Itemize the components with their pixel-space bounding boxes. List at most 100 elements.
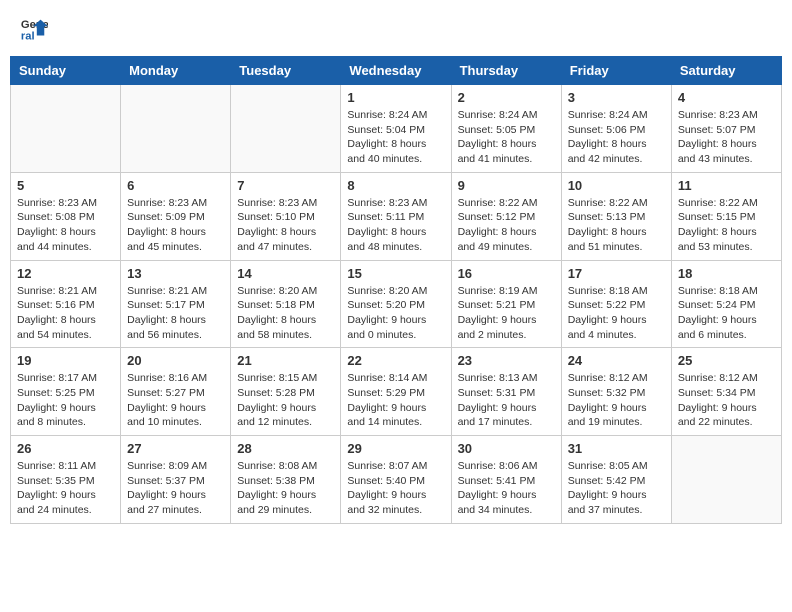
day-info: Sunrise: 8:23 AM Sunset: 5:08 PM Dayligh… xyxy=(17,196,114,255)
day-info: Sunrise: 8:05 AM Sunset: 5:42 PM Dayligh… xyxy=(568,459,665,518)
calendar-cell: 17 Sunrise: 8:18 AM Sunset: 5:22 PM Dayli… xyxy=(561,260,671,348)
day-number: 7 xyxy=(237,178,334,193)
day-number: 12 xyxy=(17,266,114,281)
calendar-cell: 7 Sunrise: 8:23 AM Sunset: 5:10 PM Daylig… xyxy=(231,172,341,260)
day-number: 11 xyxy=(678,178,775,193)
day-info: Sunrise: 8:13 AM Sunset: 5:31 PM Dayligh… xyxy=(458,371,555,430)
calendar-week-4: 19Sunrise: 8:17 AM Sunset: 5:25 PM Dayli… xyxy=(11,348,782,436)
day-info: Sunrise: 8:24 AM Sunset: 5:06 PM Dayligh… xyxy=(568,108,665,167)
header-monday: Monday xyxy=(121,57,231,85)
day-number: 10 xyxy=(568,178,665,193)
calendar-cell: 30 Sunrise: 8:06 AM Sunset: 5:41 PM Dayli… xyxy=(451,436,561,524)
calendar-cell: 11Sunrise: 8:22 AM Sunset: 5:15 PM Dayli… xyxy=(671,172,781,260)
calendar-cell: 6Sunrise: 8:23 AM Sunset: 5:09 PM Daylig… xyxy=(121,172,231,260)
calendar-cell: 25 Sunrise: 8:12 AM Sunset: 5:34 PM Dayli… xyxy=(671,348,781,436)
day-info: Sunrise: 8:23 AM Sunset: 5:07 PM Dayligh… xyxy=(678,108,775,167)
calendar-cell: 18 Sunrise: 8:18 AM Sunset: 5:24 PM Dayli… xyxy=(671,260,781,348)
day-number: 19 xyxy=(17,353,114,368)
day-info: Sunrise: 8:22 AM Sunset: 5:12 PM Dayligh… xyxy=(458,196,555,255)
day-number: 8 xyxy=(347,178,444,193)
day-number: 9 xyxy=(458,178,555,193)
day-number: 27 xyxy=(127,441,224,456)
calendar-cell: 21 Sunrise: 8:15 AM Sunset: 5:28 PM Dayli… xyxy=(231,348,341,436)
day-number: 29 xyxy=(347,441,444,456)
calendar-cell xyxy=(121,85,231,173)
calendar-cell: 20 Sunrise: 8:16 AM Sunset: 5:27 PM Dayli… xyxy=(121,348,231,436)
header-wednesday: Wednesday xyxy=(341,57,451,85)
day-number: 30 xyxy=(458,441,555,456)
calendar-cell: 3 Sunrise: 8:24 AM Sunset: 5:06 PM Daylig… xyxy=(561,85,671,173)
day-number: 28 xyxy=(237,441,334,456)
day-info: Sunrise: 8:16 AM Sunset: 5:27 PM Dayligh… xyxy=(127,371,224,430)
day-number: 14 xyxy=(237,266,334,281)
calendar-cell: 23 Sunrise: 8:13 AM Sunset: 5:31 PM Dayli… xyxy=(451,348,561,436)
calendar-cell xyxy=(671,436,781,524)
calendar-cell: 29 Sunrise: 8:07 AM Sunset: 5:40 PM Dayli… xyxy=(341,436,451,524)
day-info: Sunrise: 8:23 AM Sunset: 5:10 PM Dayligh… xyxy=(237,196,334,255)
day-info: Sunrise: 8:08 AM Sunset: 5:38 PM Dayligh… xyxy=(237,459,334,518)
day-info: Sunrise: 8:15 AM Sunset: 5:28 PM Dayligh… xyxy=(237,371,334,430)
calendar-week-2: 5 Sunrise: 8:23 AM Sunset: 5:08 PM Daylig… xyxy=(11,172,782,260)
day-number: 20 xyxy=(127,353,224,368)
header-thursday: Thursday xyxy=(451,57,561,85)
calendar-cell: 28 Sunrise: 8:08 AM Sunset: 5:38 PM Dayli… xyxy=(231,436,341,524)
day-number: 23 xyxy=(458,353,555,368)
day-info: Sunrise: 8:19 AM Sunset: 5:21 PM Dayligh… xyxy=(458,284,555,343)
svg-text:ral: ral xyxy=(21,30,35,42)
calendar-cell: 16Sunrise: 8:19 AM Sunset: 5:21 PM Dayli… xyxy=(451,260,561,348)
calendar-cell: 8 Sunrise: 8:23 AM Sunset: 5:11 PM Daylig… xyxy=(341,172,451,260)
day-info: Sunrise: 8:18 AM Sunset: 5:22 PM Dayligh… xyxy=(568,284,665,343)
calendar-cell: 19Sunrise: 8:17 AM Sunset: 5:25 PM Dayli… xyxy=(11,348,121,436)
calendar-week-5: 26Sunrise: 8:11 AM Sunset: 5:35 PM Dayli… xyxy=(11,436,782,524)
calendar: SundayMondayTuesdayWednesdayThursdayFrid… xyxy=(10,56,782,524)
day-number: 13 xyxy=(127,266,224,281)
calendar-week-3: 12 Sunrise: 8:21 AM Sunset: 5:16 PM Dayli… xyxy=(11,260,782,348)
day-number: 2 xyxy=(458,90,555,105)
day-info: Sunrise: 8:24 AM Sunset: 5:05 PM Dayligh… xyxy=(458,108,555,167)
day-number: 3 xyxy=(568,90,665,105)
day-number: 17 xyxy=(568,266,665,281)
header-tuesday: Tuesday xyxy=(231,57,341,85)
calendar-cell: 9 Sunrise: 8:22 AM Sunset: 5:12 PM Daylig… xyxy=(451,172,561,260)
calendar-cell: 2 Sunrise: 8:24 AM Sunset: 5:05 PM Daylig… xyxy=(451,85,561,173)
calendar-header-row: SundayMondayTuesdayWednesdayThursdayFrid… xyxy=(11,57,782,85)
day-number: 25 xyxy=(678,353,775,368)
calendar-cell: 10 Sunrise: 8:22 AM Sunset: 5:13 PM Dayli… xyxy=(561,172,671,260)
calendar-cell: 26Sunrise: 8:11 AM Sunset: 5:35 PM Dayli… xyxy=(11,436,121,524)
day-info: Sunrise: 8:09 AM Sunset: 5:37 PM Dayligh… xyxy=(127,459,224,518)
day-number: 4 xyxy=(678,90,775,105)
day-info: Sunrise: 8:20 AM Sunset: 5:18 PM Dayligh… xyxy=(237,284,334,343)
day-info: Sunrise: 8:23 AM Sunset: 5:11 PM Dayligh… xyxy=(347,196,444,255)
day-info: Sunrise: 8:22 AM Sunset: 5:13 PM Dayligh… xyxy=(568,196,665,255)
day-number: 1 xyxy=(347,90,444,105)
day-number: 21 xyxy=(237,353,334,368)
day-info: Sunrise: 8:18 AM Sunset: 5:24 PM Dayligh… xyxy=(678,284,775,343)
day-number: 18 xyxy=(678,266,775,281)
calendar-cell: 13 Sunrise: 8:21 AM Sunset: 5:17 PM Dayli… xyxy=(121,260,231,348)
day-number: 15 xyxy=(347,266,444,281)
day-info: Sunrise: 8:20 AM Sunset: 5:20 PM Dayligh… xyxy=(347,284,444,343)
calendar-cell: 22 Sunrise: 8:14 AM Sunset: 5:29 PM Dayli… xyxy=(341,348,451,436)
day-info: Sunrise: 8:12 AM Sunset: 5:32 PM Dayligh… xyxy=(568,371,665,430)
calendar-cell xyxy=(11,85,121,173)
day-info: Sunrise: 8:06 AM Sunset: 5:41 PM Dayligh… xyxy=(458,459,555,518)
logo-icon: Gene ral xyxy=(20,15,48,43)
calendar-cell: 5 Sunrise: 8:23 AM Sunset: 5:08 PM Daylig… xyxy=(11,172,121,260)
header-sunday: Sunday xyxy=(11,57,121,85)
day-info: Sunrise: 8:21 AM Sunset: 5:17 PM Dayligh… xyxy=(127,284,224,343)
day-number: 22 xyxy=(347,353,444,368)
calendar-cell: 24Sunrise: 8:12 AM Sunset: 5:32 PM Dayli… xyxy=(561,348,671,436)
day-info: Sunrise: 8:14 AM Sunset: 5:29 PM Dayligh… xyxy=(347,371,444,430)
day-info: Sunrise: 8:21 AM Sunset: 5:16 PM Dayligh… xyxy=(17,284,114,343)
header-saturday: Saturday xyxy=(671,57,781,85)
calendar-cell: 12 Sunrise: 8:21 AM Sunset: 5:16 PM Dayli… xyxy=(11,260,121,348)
day-info: Sunrise: 8:12 AM Sunset: 5:34 PM Dayligh… xyxy=(678,371,775,430)
day-number: 31 xyxy=(568,441,665,456)
calendar-cell xyxy=(231,85,341,173)
calendar-cell: 27 Sunrise: 8:09 AM Sunset: 5:37 PM Dayli… xyxy=(121,436,231,524)
calendar-cell: 31 Sunrise: 8:05 AM Sunset: 5:42 PM Dayli… xyxy=(561,436,671,524)
day-info: Sunrise: 8:07 AM Sunset: 5:40 PM Dayligh… xyxy=(347,459,444,518)
day-number: 5 xyxy=(17,178,114,193)
day-number: 26 xyxy=(17,441,114,456)
logo: Gene ral xyxy=(20,15,52,43)
